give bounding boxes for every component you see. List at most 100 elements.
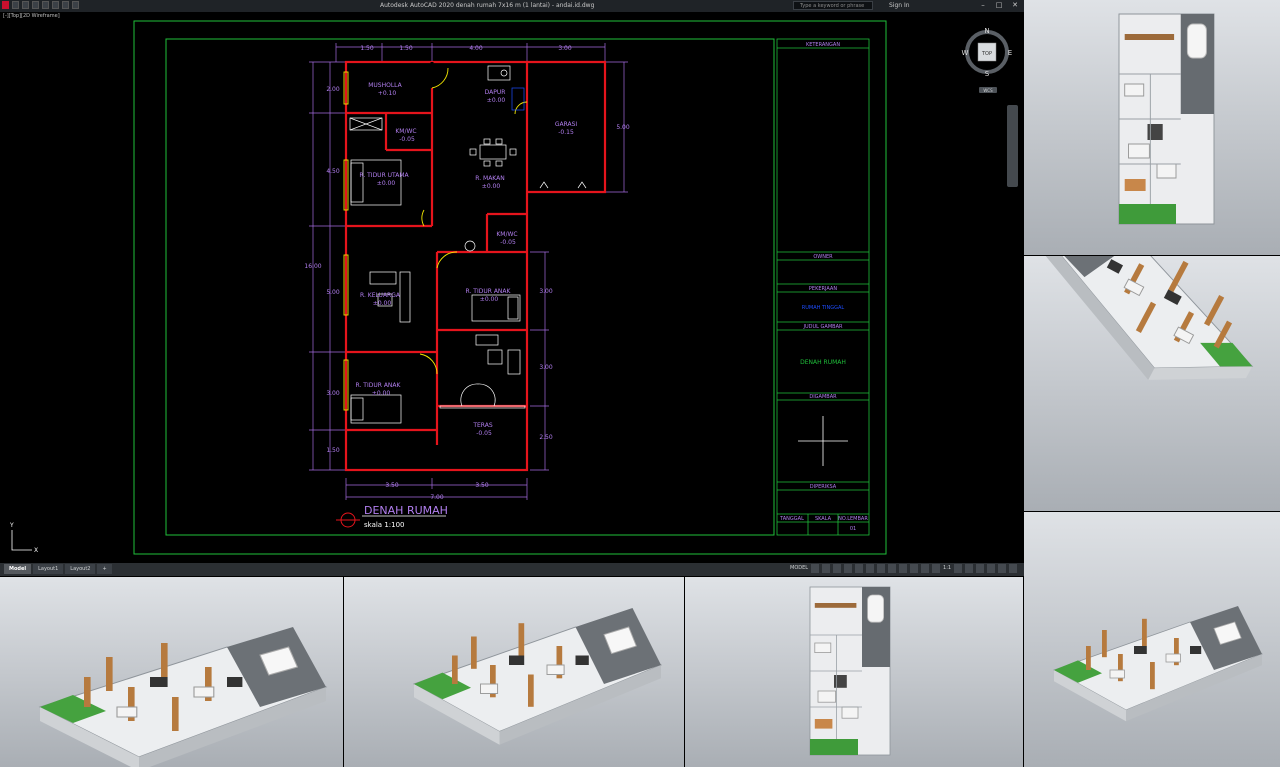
status-toggles: MODEL 1:1	[790, 564, 1018, 573]
viewcube-top[interactable]: TOP	[981, 51, 992, 57]
ucs-y-label: Y	[9, 522, 14, 529]
render-panel-mid-right	[1024, 256, 1280, 511]
workspace-gear-icon[interactable]	[954, 564, 963, 573]
dim-right-3: 2.50	[539, 434, 553, 441]
hardware-acceleration-icon[interactable]	[987, 564, 996, 573]
room-kmwc-2: KM/WC	[496, 231, 517, 238]
render-panel-bottom-3	[685, 577, 1023, 767]
undo-icon[interactable]	[62, 1, 69, 9]
compass-west[interactable]: W	[962, 49, 969, 57]
polar-icon[interactable]	[844, 564, 853, 573]
room-keluarga-level: ±0.00	[373, 300, 392, 307]
quick-access-toolbar	[2, 1, 79, 9]
grid-icon[interactable]	[811, 564, 820, 573]
room-dapur: DAPUR	[485, 89, 506, 96]
plus-icon[interactable]	[965, 564, 974, 573]
room-kmwc-1-level: -0.05	[399, 136, 415, 143]
dim-right-2: 3.00	[539, 364, 553, 371]
minimize-icon[interactable]: –	[978, 1, 988, 10]
osnap-icon[interactable]	[855, 564, 864, 573]
room-kmwc-2-level: -0.05	[500, 239, 516, 246]
otrack-icon[interactable]	[866, 564, 875, 573]
room-dapur-level: ±0.00	[487, 97, 506, 104]
dim-left-4: 3.00	[326, 390, 340, 397]
dim-left-5: 1.50	[326, 447, 340, 454]
compass-east[interactable]: E	[1008, 49, 1012, 57]
navigation-bar[interactable]	[1007, 105, 1018, 187]
dimension-lines	[309, 43, 628, 500]
tab-layout1[interactable]: Layout1	[33, 564, 64, 574]
room-tidur-utama-level: ±0.00	[377, 180, 396, 187]
new-file-icon[interactable]	[12, 1, 19, 9]
drawing-canvas[interactable]: KETERANGAN OWNER PEKERJAAN RUMAH TINGGAL…	[0, 12, 1024, 563]
selection-cycling-icon[interactable]	[899, 564, 908, 573]
snap-icon[interactable]	[822, 564, 831, 573]
close-icon[interactable]: ✕	[1010, 1, 1020, 10]
tab-layout2[interactable]: Layout2	[65, 564, 96, 574]
plan-title: DENAH RUMAH	[364, 504, 448, 517]
dim-top-4: 3.00	[558, 45, 572, 52]
plan-title-block: DENAH RUMAH skala 1:100	[336, 504, 448, 529]
render-panel-bottom-right	[1024, 512, 1280, 767]
sheet-border-inner	[165, 38, 775, 536]
transparency-icon[interactable]	[888, 564, 897, 573]
dim-bottom-1: 3.50	[385, 482, 399, 489]
tab-model[interactable]: Model	[4, 564, 32, 574]
dim-left-1: 2.00	[326, 86, 340, 93]
dim-overall-bottom: 7.00	[430, 494, 444, 501]
tb-owner: OWNER	[813, 254, 833, 260]
open-file-icon[interactable]	[22, 1, 29, 9]
room-makan-level: ±0.00	[482, 183, 501, 190]
ucs-x-label: X	[34, 547, 38, 554]
tb-diperiksa: DIPERIKSA	[810, 484, 837, 490]
tb-pekerjaan: PEKERJAAN	[809, 286, 837, 292]
render-top-view-2	[809, 586, 891, 756]
tb-keterangan: KETERANGAN	[806, 42, 840, 48]
compass-north[interactable]: N	[984, 27, 989, 35]
customization-menu-icon[interactable]	[1009, 564, 1018, 573]
dim-bottom-2: 3.50	[475, 482, 489, 489]
room-musholla-level: +0.10	[378, 90, 397, 97]
annotation-visibility-icon[interactable]	[921, 564, 930, 573]
plot-icon[interactable]	[52, 1, 59, 9]
tb-digambar: DIGAMBAR	[809, 394, 837, 400]
annotation-scale[interactable]: 1:1	[943, 564, 951, 573]
add-layout-button[interactable]: +	[97, 564, 112, 574]
ortho-icon[interactable]	[833, 564, 842, 573]
tb-judul: JUDUL GAMBAR	[803, 324, 843, 330]
room-kmwc-1: KM/WC	[395, 128, 416, 135]
ucs-icon: Y X	[9, 522, 38, 554]
tb-pekerjaan-value: RUMAH TINGGAL	[802, 305, 845, 311]
clean-screen-icon[interactable]	[998, 564, 1007, 573]
room-garasi: GARASI	[555, 121, 578, 128]
maximize-icon[interactable]: □	[994, 1, 1004, 10]
render-top-view-1	[1118, 13, 1215, 225]
autoscale-icon[interactable]	[932, 564, 941, 573]
save-icon[interactable]	[32, 1, 39, 9]
dim-overall-left: 16.00	[304, 263, 321, 270]
room-makan: R. MAKAN	[475, 175, 504, 182]
model-space-toggle[interactable]: MODEL	[790, 564, 808, 573]
wcs-menu[interactable]: WCS	[983, 88, 993, 93]
compass-south[interactable]: S	[985, 70, 990, 78]
layout-tabs: Model Layout1 Layout2 +	[4, 564, 112, 574]
search-input[interactable]: Type a keyword or phrase	[793, 1, 873, 10]
redo-icon[interactable]	[72, 1, 79, 9]
room-musholla: MUSHOLLA	[368, 82, 402, 89]
autocad-logo-icon[interactable]	[2, 1, 9, 9]
lineweight-icon[interactable]	[877, 564, 886, 573]
window-title: Autodesk AutoCAD 2020 denah rumah 7x16 m…	[380, 2, 595, 9]
viewcube[interactable]: TOP N S E W WCS	[962, 27, 1013, 93]
room-tidur-anak-1-level: ±0.00	[480, 296, 499, 303]
save-as-icon[interactable]	[42, 1, 49, 9]
plan-scale: skala 1:100	[364, 521, 405, 529]
tb-no-lembar-value: 01	[850, 526, 856, 532]
dim-right-upper: 5.00	[616, 124, 630, 131]
dim-top-1: 1.50	[360, 45, 374, 52]
tb-judul-value: DENAH RUMAH	[800, 359, 846, 366]
isolate-icon[interactable]	[976, 564, 985, 573]
sign-in-button[interactable]: Sign In	[889, 2, 910, 9]
annotation-icon[interactable]	[910, 564, 919, 573]
room-keluarga: R. KELUARGA	[360, 292, 401, 299]
room-teras: TERAS	[472, 422, 492, 429]
